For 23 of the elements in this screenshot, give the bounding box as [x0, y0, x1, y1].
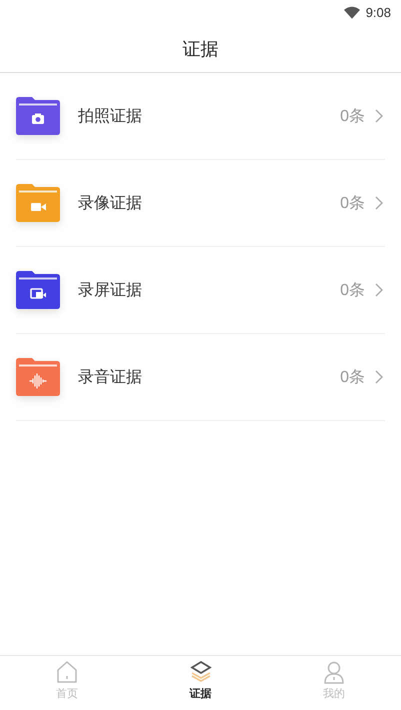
folder-row[interactable]: 录屏证据 0条 [16, 247, 385, 334]
folder-label: 拍照证据 [78, 106, 143, 126]
folder-label: 录像证据 [78, 192, 143, 214]
chevron-right-icon [375, 370, 383, 384]
chevron-right-icon [375, 196, 383, 210]
home-icon [54, 660, 79, 684]
folder-label: 录音证据 [78, 366, 143, 388]
chevron-right-icon [375, 283, 383, 297]
page-title: 证据 [182, 38, 218, 60]
nav-tab[interactable]: 证据 [134, 656, 268, 710]
layers-icon [188, 660, 212, 684]
folder-row[interactable]: 录音证据 0条 [16, 334, 385, 421]
person-icon [322, 660, 346, 684]
folder-row[interactable]: 拍照证据 0条 [16, 73, 385, 160]
status-time: 9:08 [366, 5, 391, 20]
folder-label: 录屏证据 [78, 280, 143, 300]
item-count: 0条 [340, 194, 365, 214]
wifi-icon [344, 6, 360, 19]
item-count: 0条 [340, 106, 365, 126]
folder-row[interactable]: 录像证据 0条 [16, 160, 385, 247]
item-count: 0条 [340, 280, 365, 300]
chevron-right-icon [375, 109, 383, 123]
item-count: 0条 [340, 368, 365, 388]
